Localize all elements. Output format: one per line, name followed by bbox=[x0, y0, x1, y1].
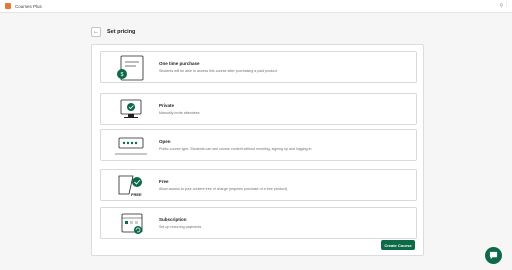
more-icon[interactable]: ⋮ bbox=[504, 3, 509, 8]
free-badge: FREE bbox=[131, 192, 142, 197]
pricing-panel: $ One time purchase Students will be abl… bbox=[91, 44, 424, 256]
open-illustration-icon bbox=[115, 137, 147, 155]
option-title: Private bbox=[159, 103, 175, 108]
option-title: One time purchase bbox=[159, 61, 200, 66]
app-topbar: Courses Plus ⚲ ⋮ bbox=[0, 0, 512, 13]
free-illustration-icon: FREE bbox=[118, 175, 142, 197]
option-private[interactable]: Private Manually invite attendees bbox=[100, 93, 417, 125]
option-free[interactable]: FREE Free Allow access to your content f… bbox=[100, 169, 417, 201]
option-description: Students will be able to access this cou… bbox=[159, 69, 278, 73]
option-description: Allow access to your content free of cha… bbox=[159, 187, 289, 191]
subscription-illustration-icon bbox=[121, 213, 143, 234]
option-one-time-purchase[interactable]: $ One time purchase Students will be abl… bbox=[100, 51, 417, 83]
app-logo bbox=[5, 3, 11, 9]
option-open[interactable]: Open Public course type. Students can se… bbox=[100, 129, 417, 161]
pin-icon[interactable]: ⚲ bbox=[499, 3, 503, 9]
option-description: Public course type. Students can see cou… bbox=[159, 147, 313, 151]
create-course-button[interactable]: Create Course bbox=[381, 240, 415, 250]
private-illustration-icon bbox=[120, 99, 142, 118]
dollar-badge: $ bbox=[121, 72, 124, 78]
option-title: Free bbox=[159, 179, 169, 184]
option-subscription[interactable]: Subscription Set up recurring payments bbox=[100, 207, 417, 239]
option-title: Subscription bbox=[159, 217, 187, 222]
chat-button[interactable] bbox=[485, 247, 502, 264]
app-name: Courses Plus bbox=[15, 3, 42, 9]
page-title: Set pricing bbox=[107, 29, 136, 35]
chat-bubble-icon bbox=[489, 251, 498, 260]
option-description: Manually invite attendees bbox=[159, 111, 200, 115]
purchase-illustration-icon: $ bbox=[117, 55, 144, 81]
arrow-left-icon: ← bbox=[93, 29, 99, 35]
back-button[interactable]: ← bbox=[91, 27, 101, 37]
option-description: Set up recurring payments bbox=[159, 225, 202, 229]
option-title: Open bbox=[159, 139, 171, 144]
